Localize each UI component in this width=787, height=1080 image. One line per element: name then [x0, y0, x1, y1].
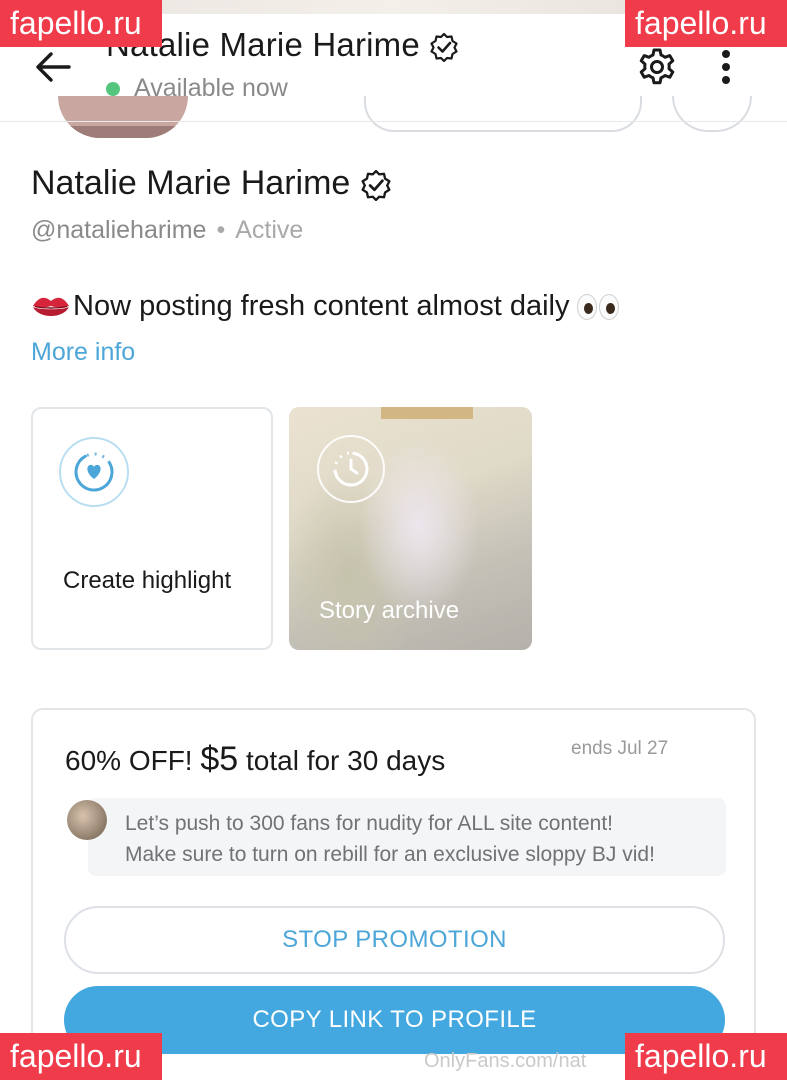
gear-icon [639, 48, 675, 85]
clock-history-icon [333, 451, 369, 487]
onlyfans-url-watermark: OnlyFans.com/nat [424, 1050, 587, 1072]
separator-dot: • [216, 216, 226, 244]
more-info-link[interactable]: More info [31, 338, 135, 367]
promotion-end-date: ends Jul 27 [571, 738, 669, 759]
promotion-discount: 60% OFF! [65, 745, 193, 776]
story-archive-label: Story archive [319, 597, 460, 624]
watermark-top-left: fapello.ru [0, 0, 162, 47]
bio-text: Now posting fresh content almost daily [73, 290, 570, 322]
back-button[interactable] [30, 44, 76, 90]
watermark-top-right: fapello.ru [625, 0, 787, 47]
stop-promotion-button[interactable]: STOP PROMOTION [64, 906, 725, 974]
promotion-card: 60% OFF! $5 total for 30 days ends Jul 2… [31, 708, 756, 1080]
promotion-title: 60% OFF! $5 total for 30 days [65, 740, 445, 779]
kiss-lips-icon [33, 297, 69, 316]
watermark-bottom-right: fapello.ru [625, 1033, 787, 1080]
verified-badge-icon [430, 33, 458, 63]
settings-button[interactable] [634, 44, 680, 90]
promotion-message-line-1: Let’s push to 300 fans for nudity for AL… [125, 812, 613, 835]
create-highlight-label: Create highlight [63, 567, 232, 594]
status-text: Available now [134, 74, 288, 102]
profile-name: Natalie Marie Harime [31, 164, 392, 203]
availability-status: Available now [106, 74, 288, 103]
eye-left [577, 293, 598, 320]
more-options-button[interactable] [706, 44, 746, 90]
create-highlight-icon-ring [59, 437, 129, 507]
promotion-price: $5 [200, 740, 239, 778]
heart-progress-icon [74, 452, 114, 492]
activity-status: Active [235, 216, 304, 244]
promotion-duration: total for 30 days [245, 745, 446, 776]
promotion-avatar [67, 800, 107, 840]
vertical-dots-icon [722, 50, 730, 84]
create-highlight-card[interactable]: Create highlight [31, 407, 273, 650]
promotion-message-line-2: Make sure to turn on rebill for an exclu… [125, 843, 655, 866]
online-dot-icon [106, 81, 120, 96]
promotion-message: Let’s push to 300 fans for nudity for AL… [88, 798, 726, 876]
story-archive-icon-ring [317, 435, 385, 503]
eyes-icon [577, 293, 620, 320]
profile-handle: @natalieharime [31, 216, 207, 244]
eye-right [599, 293, 620, 320]
arrow-left-icon [36, 52, 71, 82]
profile-name-text: Natalie Marie Harime [31, 164, 351, 202]
profile-bio: Now posting fresh content almost daily [31, 290, 620, 323]
profile-handle-line: @natalieharime • Active [31, 216, 303, 245]
watermark-bottom-left: fapello.ru [0, 1033, 162, 1080]
story-archive-card[interactable]: Story archive [289, 407, 532, 650]
verified-badge-icon [361, 169, 391, 202]
